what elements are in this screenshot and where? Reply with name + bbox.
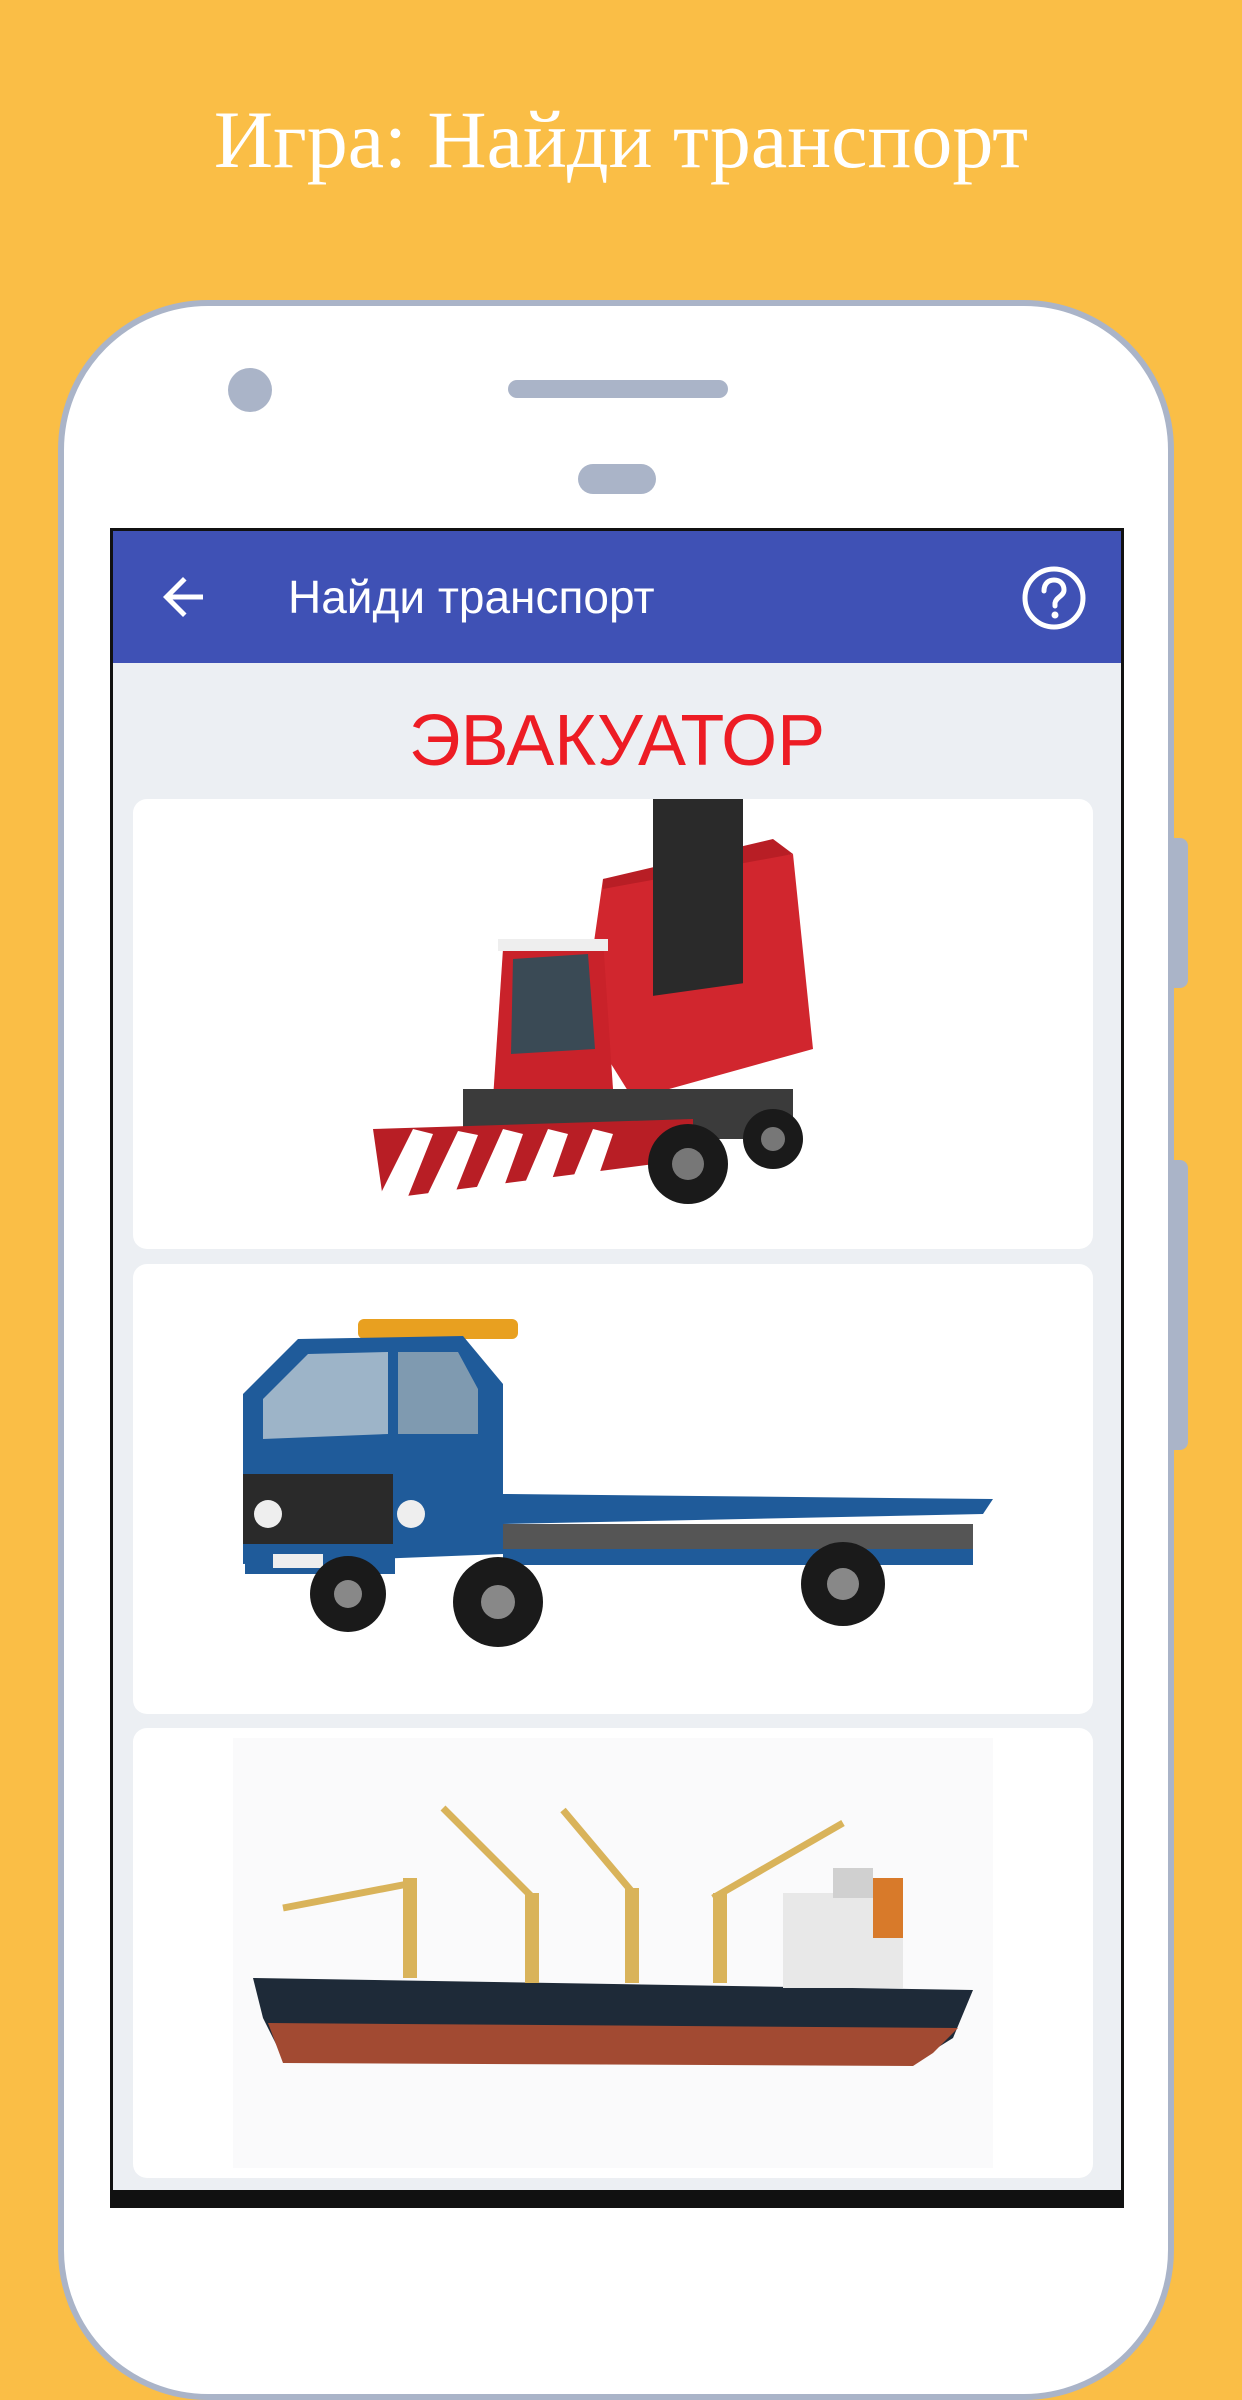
answer-card-3[interactable] — [133, 1728, 1093, 2178]
app-bar-title: Найди транспорт — [288, 571, 655, 623]
phone-camera — [228, 368, 272, 412]
app-bar: Найди транспорт — [113, 531, 1121, 663]
promo-title: Игра: Найди транспорт — [213, 94, 1029, 185]
phone-sensor — [578, 464, 656, 494]
answer-card-1[interactable] — [133, 799, 1093, 1249]
cargo-ship-image — [233, 1738, 993, 2168]
help-circle-icon — [1022, 566, 1086, 630]
target-vehicle-word: ЭВАКУАТОР — [408, 701, 826, 781]
arrow-left-icon — [163, 577, 203, 617]
app-screen: Найди транспорт ЭВАКУАТОР — [110, 528, 1124, 2208]
answer-card-2[interactable] — [133, 1264, 1093, 1714]
tow-truck-image — [243, 1319, 993, 1647]
phone-side-button — [1174, 1160, 1188, 1450]
phone-speaker — [508, 380, 728, 398]
navigation-bar — [110, 2190, 1124, 2208]
phone-side-button — [1174, 838, 1188, 988]
help-button[interactable] — [1021, 565, 1087, 631]
back-button[interactable] — [153, 567, 213, 627]
cotton-harvester-image — [373, 799, 813, 1221]
